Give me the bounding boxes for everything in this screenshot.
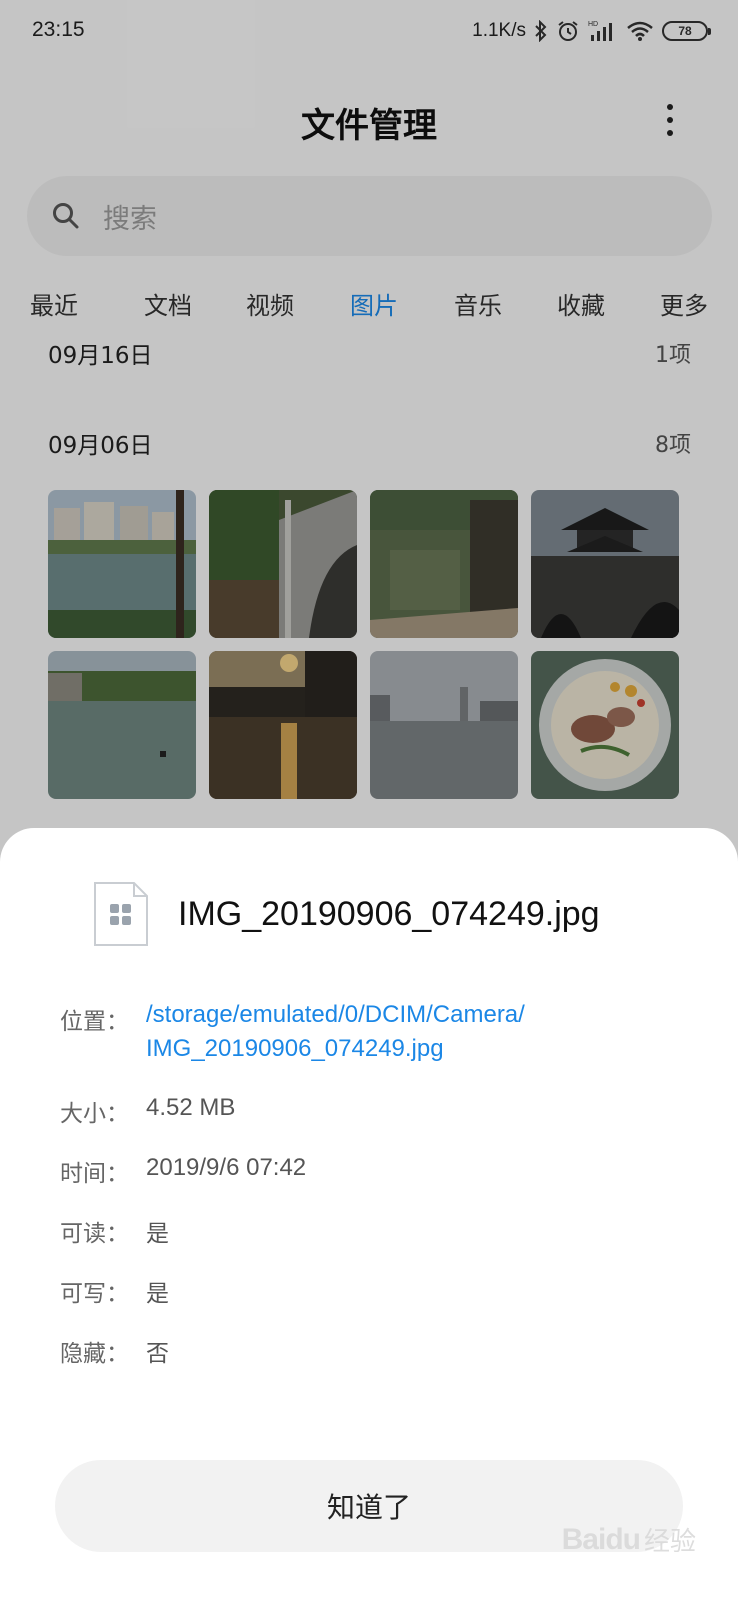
info-row-location: 位置： /storage/emulated/0/DCIM/Camera/ IMG… — [60, 1001, 700, 1066]
info-row-time: 时间： 2019/9/6 07:42 — [60, 1154, 700, 1188]
size-label: 大小： — [60, 1101, 129, 1127]
writable-label: 可写： — [60, 1281, 129, 1307]
hidden-value: 否 — [146, 1341, 169, 1367]
file-header: IMG_20190906_074249.jpg — [92, 880, 600, 948]
location-path[interactable]: /storage/emulated/0/DCIM/Camera/ IMG_201… — [146, 998, 525, 1066]
baidu-watermark: Baidu 经验 — [562, 1521, 696, 1558]
file-info-dialog: IMG_20190906_074249.jpg 位置： /storage/emu… — [0, 828, 738, 1600]
info-row-hidden: 隐藏： 否 — [60, 1334, 700, 1368]
time-value: 2019/9/6 07:42 — [146, 1154, 307, 1181]
hidden-label: 隐藏： — [60, 1341, 129, 1367]
watermark-logo: Baidu — [561, 1522, 641, 1556]
location-path-line1: /storage/emulated/0/DCIM/Camera/ — [146, 1001, 525, 1028]
watermark-suffix: 经验 — [643, 1527, 696, 1557]
readable-label: 可读： — [60, 1221, 129, 1247]
info-row-readable: 可读： 是 — [60, 1214, 700, 1248]
location-path-line2: IMG_20190906_074249.jpg — [146, 1035, 444, 1062]
image-file-icon — [94, 882, 148, 946]
readable-value: 是 — [146, 1221, 169, 1247]
location-label: 位置： — [60, 1009, 129, 1035]
time-label: 时间： — [60, 1161, 129, 1187]
size-value: 4.52 MB — [146, 1094, 236, 1121]
file-name: IMG_20190906_074249.jpg — [178, 894, 600, 933]
info-row-size: 大小： 4.52 MB — [60, 1094, 700, 1128]
info-row-writable: 可写： 是 — [60, 1274, 700, 1308]
writable-value: 是 — [146, 1281, 169, 1307]
